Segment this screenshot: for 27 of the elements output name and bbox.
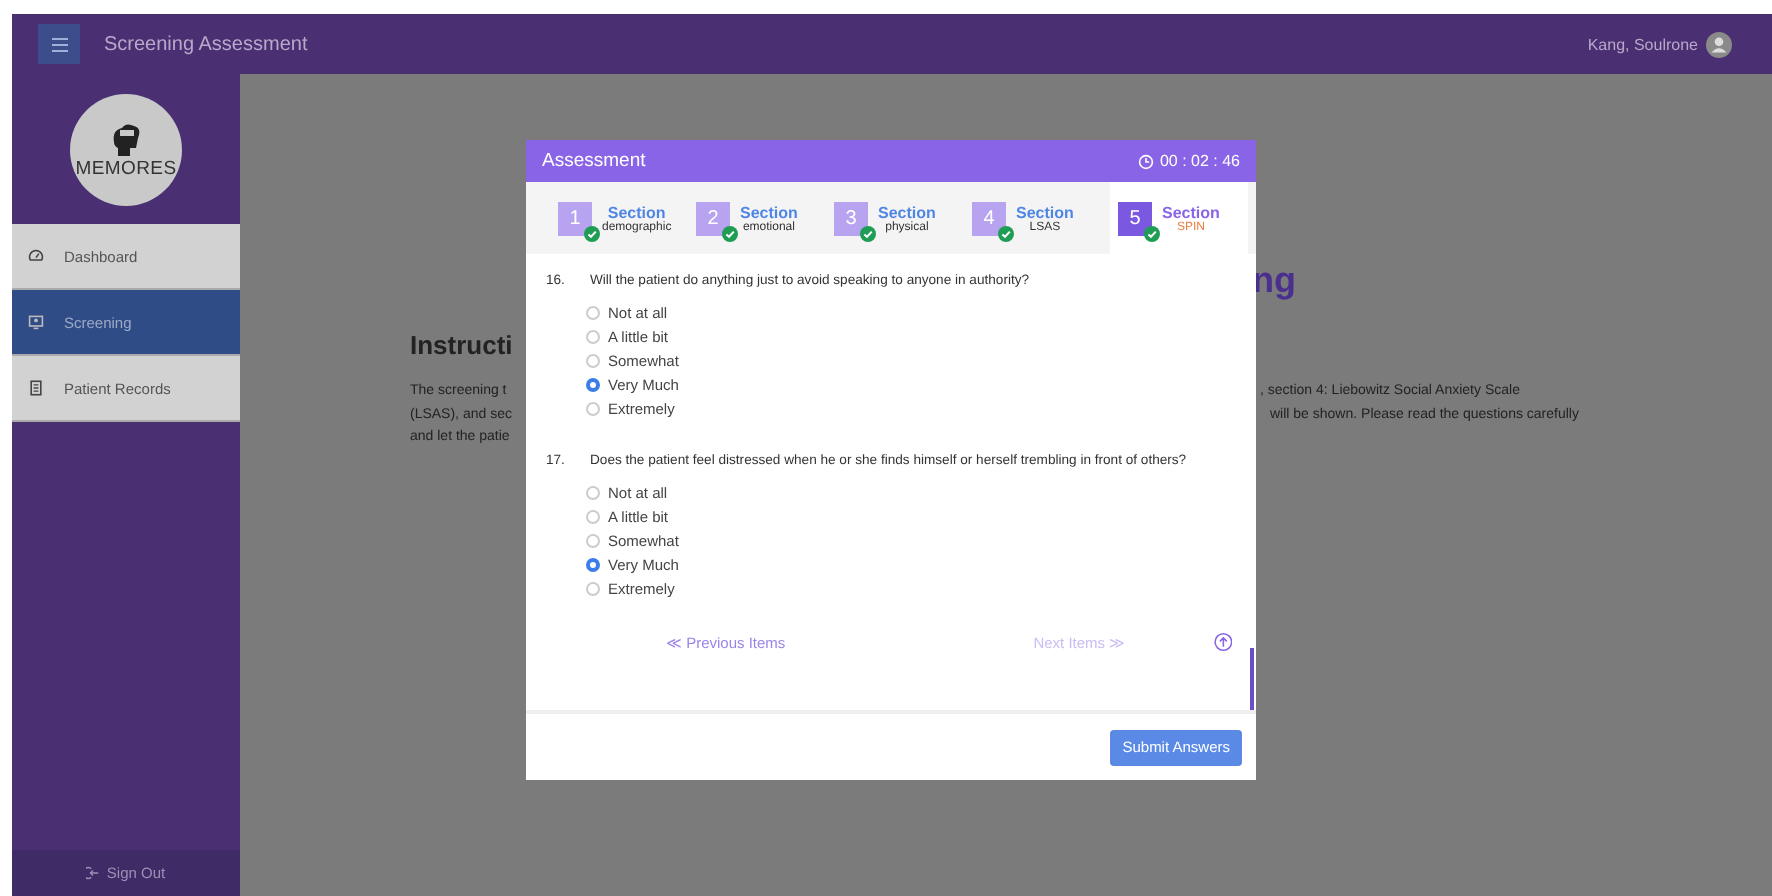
menu-icon — [51, 37, 67, 51]
scrollbar-thumb[interactable] — [1250, 648, 1254, 710]
scroll-up-icon[interactable] — [1213, 630, 1232, 654]
radio-button[interactable] — [586, 306, 600, 320]
radio-button[interactable] — [586, 378, 600, 392]
gauge-icon — [28, 248, 44, 264]
radio-button[interactable] — [586, 510, 600, 524]
logo: MEMORES — [70, 93, 182, 205]
radio-button[interactable] — [586, 534, 600, 548]
document-icon — [28, 380, 44, 396]
clock-icon — [1137, 153, 1154, 169]
user-name[interactable]: Kang, Soulrone — [1587, 35, 1698, 53]
page-heading: ng — [1252, 260, 1298, 302]
radio-button[interactable] — [586, 354, 600, 368]
timer: 00 : 02 : 46 — [1159, 152, 1240, 170]
menu-button[interactable] — [38, 24, 80, 64]
radio-button[interactable] — [586, 330, 600, 344]
dialog-title: Assessment — [542, 150, 646, 172]
radio-button[interactable] — [586, 402, 600, 416]
radio-button[interactable] — [586, 558, 600, 572]
avatar-icon[interactable] — [1706, 31, 1732, 57]
section-title: Instructi — [410, 328, 513, 364]
app-title: Screening Assessment — [104, 33, 308, 55]
sign-out-icon — [86, 866, 101, 880]
monitor-icon — [28, 314, 44, 330]
radio-button[interactable] — [586, 486, 600, 500]
radio-button[interactable] — [586, 582, 600, 596]
